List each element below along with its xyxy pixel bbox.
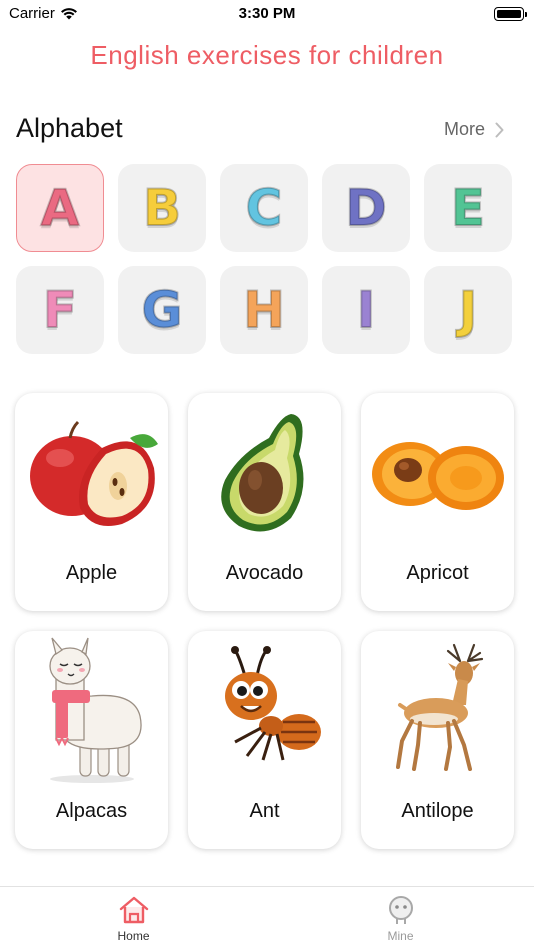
more-label: More xyxy=(443,119,485,139)
letter-a: A xyxy=(40,179,81,237)
letter-g: G xyxy=(140,281,183,339)
user-icon xyxy=(388,896,413,924)
alphabet-title: Alphabet xyxy=(16,113,123,143)
home-icon xyxy=(119,896,148,924)
word-card-grid: Apple Avocado Apricot Alpacas Ant Antilo… xyxy=(15,393,515,849)
letter-tile-j[interactable]: J xyxy=(424,266,512,354)
apple-image xyxy=(15,403,168,543)
word-label: Ant xyxy=(249,800,280,822)
word-label: Alpacas xyxy=(55,800,128,822)
word-card-ant[interactable]: Ant xyxy=(188,631,341,849)
letter-d: D xyxy=(344,179,387,237)
word-label: Apricot xyxy=(406,562,469,584)
word-card-apple[interactable]: Apple xyxy=(15,393,168,611)
letter-grid: A B C D E F G H I J xyxy=(16,164,514,354)
avocado-image xyxy=(188,403,341,543)
tab-bar: Home Mine xyxy=(0,886,534,950)
letter-tile-b[interactable]: B xyxy=(118,164,206,252)
tab-mine[interactable]: Mine xyxy=(267,887,534,950)
app-title: English exercises for children xyxy=(90,40,444,70)
letter-tile-d[interactable]: D xyxy=(322,164,410,252)
letter-tile-e[interactable]: E xyxy=(424,164,512,252)
word-label: Antilope xyxy=(401,800,474,822)
apricot-image xyxy=(361,403,514,543)
antelope-image xyxy=(361,641,514,781)
ant-image xyxy=(188,641,341,781)
word-card-antilope[interactable]: Antilope xyxy=(361,631,514,849)
letter-b: B xyxy=(142,179,182,237)
letter-h: H xyxy=(242,281,286,339)
word-card-alpacas[interactable]: Alpacas xyxy=(15,631,168,849)
letter-tile-a[interactable]: A xyxy=(16,164,104,252)
tab-home-label: Home xyxy=(117,929,150,943)
letter-j: J xyxy=(458,281,479,339)
word-label: Apple xyxy=(65,562,118,584)
alpaca-image xyxy=(15,637,168,783)
letter-i: I xyxy=(356,281,377,339)
letter-tile-f[interactable]: F xyxy=(16,266,104,354)
letter-tile-i[interactable]: I xyxy=(322,266,410,354)
tab-home[interactable]: Home xyxy=(0,887,267,950)
clock: 3:30 PM xyxy=(238,5,296,22)
letter-f: F xyxy=(42,281,78,339)
battery-icon xyxy=(494,7,527,21)
letter-e: E xyxy=(450,179,486,237)
chevron-right-icon xyxy=(495,122,504,137)
more-button[interactable]: More xyxy=(444,119,504,140)
letter-tile-g[interactable]: G xyxy=(118,266,206,354)
letter-tile-c[interactable]: C xyxy=(220,164,308,252)
word-card-apricot[interactable]: Apricot xyxy=(361,393,514,611)
word-card-avocado[interactable]: Avocado xyxy=(188,393,341,611)
status-bar: Carrier 3:30 PM xyxy=(0,0,534,30)
tab-mine-label: Mine xyxy=(387,929,414,943)
letter-c: C xyxy=(245,179,284,237)
letter-tile-h[interactable]: H xyxy=(220,266,308,354)
word-label: Avocado xyxy=(225,562,304,584)
